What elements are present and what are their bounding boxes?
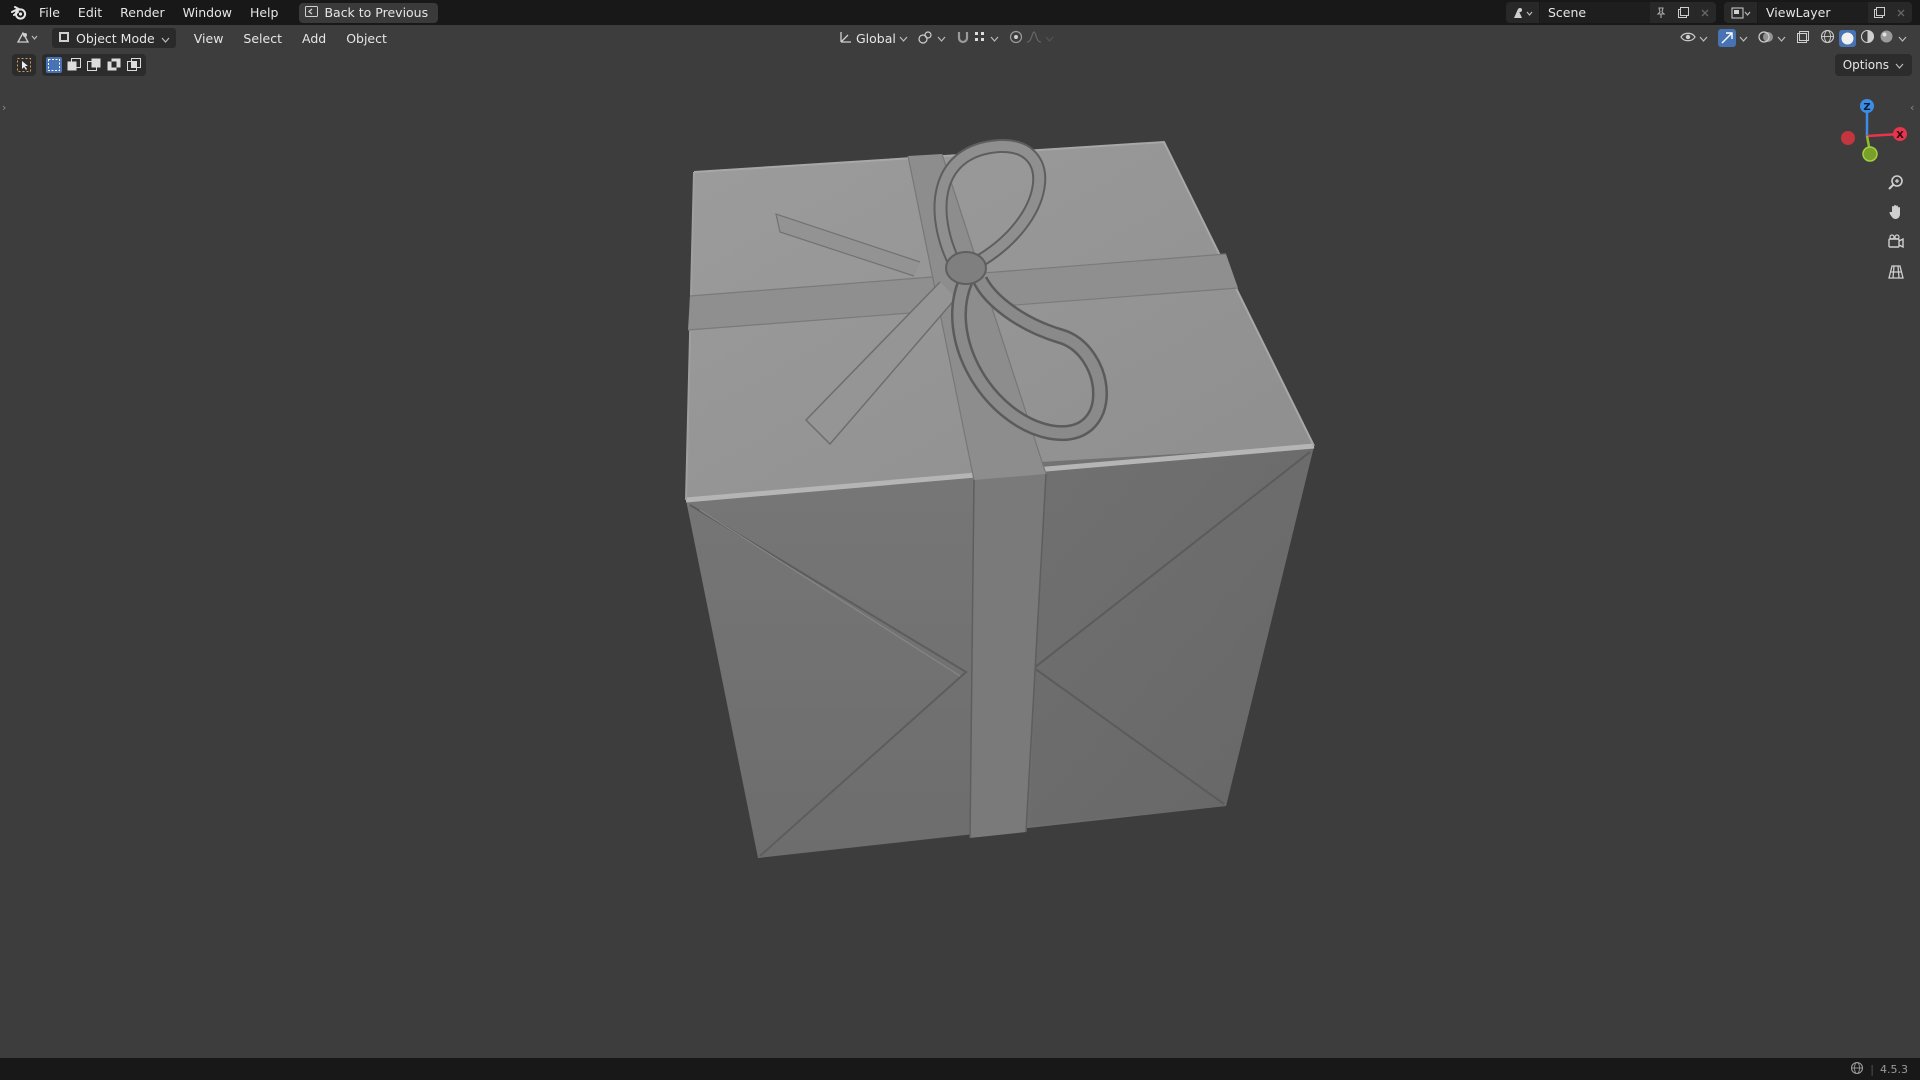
chevron-down-icon <box>899 31 908 45</box>
menu-view[interactable]: View <box>188 28 230 48</box>
orientation-label: Global <box>856 30 896 46</box>
overlays-icon <box>1758 30 1774 47</box>
version-label: 4.5.3 <box>1880 1062 1908 1076</box>
material-preview-icon[interactable] <box>1860 29 1875 47</box>
wireframe-shading-icon[interactable] <box>1820 29 1835 47</box>
zoom-icon[interactable] <box>1882 168 1910 196</box>
chevron-down-icon <box>1895 58 1904 72</box>
xray-toggle[interactable] <box>1793 28 1813 48</box>
chevron-down-icon[interactable] <box>1898 31 1907 45</box>
proportional-editing-toggle[interactable] <box>1006 28 1057 48</box>
pivot-point-dropdown[interactable] <box>915 28 949 48</box>
options-label: Options <box>1842 58 1889 72</box>
falloff-curve-icon <box>1026 30 1042 47</box>
object-mode-dropdown[interactable]: Object Mode <box>52 28 176 48</box>
gizmo-icon <box>1718 29 1736 47</box>
visibility-dropdown[interactable] <box>1677 28 1711 48</box>
menu-select[interactable]: Select <box>237 28 288 48</box>
options-dropdown[interactable]: Options <box>1834 54 1912 76</box>
proportional-edit-icon <box>1009 30 1023 47</box>
viewport-header: Object Mode View Select Add Object Globa… <box>0 26 1920 50</box>
mode-extend-icon[interactable] <box>66 57 82 73</box>
scene-icon[interactable] <box>1506 2 1540 23</box>
view-layer-icon[interactable] <box>1724 2 1758 23</box>
menu-file[interactable]: File <box>30 3 69 23</box>
navigation-gizmo[interactable]: Z X <box>1820 94 1910 164</box>
eye-icon <box>1680 31 1696 46</box>
gizmo-z-label: Z <box>1863 102 1870 113</box>
back-to-previous-button[interactable]: Back to Previous <box>299 2 439 23</box>
overlays-toggle[interactable] <box>1755 28 1789 48</box>
chevron-down-icon <box>937 31 946 45</box>
new-scene-icon[interactable] <box>1672 2 1694 23</box>
new-view-layer-icon[interactable] <box>1868 2 1890 23</box>
editor-type-icon <box>16 30 40 47</box>
gizmo-toggle[interactable] <box>1715 28 1751 48</box>
mode-intersect-icon[interactable] <box>126 57 142 73</box>
snapping-toggle[interactable] <box>953 28 1002 48</box>
orientation-icon <box>839 30 853 47</box>
status-divider: | <box>1870 1062 1874 1076</box>
solid-shading-icon[interactable] <box>1839 29 1856 47</box>
mode-subtract-icon[interactable] <box>86 57 102 73</box>
mode-difference-icon[interactable] <box>106 57 122 73</box>
toolbar-expand-arrow-icon[interactable]: › <box>2 101 6 114</box>
object-mode-icon <box>58 31 70 46</box>
rendered-shading-icon[interactable] <box>1879 29 1894 47</box>
perspective-grid-icon[interactable] <box>1882 258 1910 286</box>
top-bar: File Edit Render Window Help Back to Pre… <box>0 0 1920 25</box>
menu-help[interactable]: Help <box>241 3 288 23</box>
scene-name-field[interactable]: Scene <box>1540 2 1650 23</box>
editor-type-button[interactable] <box>10 28 46 48</box>
back-icon <box>305 5 319 20</box>
chevron-down-icon <box>1777 31 1786 45</box>
remove-view-layer-icon[interactable] <box>1890 2 1912 23</box>
blender-logo-icon[interactable] <box>8 2 30 24</box>
object-mode-label: Object Mode <box>76 30 155 46</box>
chevron-down-icon <box>990 31 999 45</box>
chevron-down-icon <box>1739 31 1748 45</box>
chevron-down-icon <box>1045 31 1054 45</box>
select-box-tool[interactable] <box>12 54 36 76</box>
scene-selector[interactable]: Scene <box>1506 2 1716 23</box>
menu-add[interactable]: Add <box>296 28 332 48</box>
tool-settings-row <box>12 54 146 76</box>
status-bar: | 4.5.3 <box>0 1058 1920 1080</box>
gift-box-model <box>685 138 1315 858</box>
menu-window[interactable]: Window <box>174 3 241 23</box>
sidebar-expand-arrow-icon[interactable]: ‹ <box>1910 101 1914 114</box>
view-layer-name-field[interactable]: ViewLayer <box>1758 2 1868 23</box>
xray-icon <box>1796 30 1810 47</box>
pan-hand-icon[interactable] <box>1882 198 1910 226</box>
chevron-down-icon <box>1699 31 1708 45</box>
camera-view-icon[interactable] <box>1882 228 1910 256</box>
network-globe-icon[interactable] <box>1850 1061 1864 1078</box>
snap-grid-icon <box>973 30 987 47</box>
menu-render[interactable]: Render <box>111 3 174 23</box>
shading-modes[interactable] <box>1817 28 1910 48</box>
menu-object[interactable]: Object <box>340 28 393 48</box>
3d-viewport[interactable]: Z X <box>0 50 1920 1058</box>
chevron-down-icon <box>161 31 170 46</box>
gizmo-x-label: X <box>1896 130 1904 141</box>
back-to-previous-label: Back to Previous <box>324 5 429 20</box>
transform-orientation-dropdown[interactable]: Global <box>836 28 911 48</box>
menu-edit[interactable]: Edit <box>69 3 111 23</box>
magnet-icon <box>956 30 970 47</box>
mode-set-icon[interactable] <box>46 57 62 73</box>
selection-mode-buttons <box>42 54 146 76</box>
view-layer-selector[interactable]: ViewLayer <box>1724 2 1912 23</box>
pivot-icon <box>918 30 934 47</box>
remove-scene-icon[interactable] <box>1694 2 1716 23</box>
pin-icon[interactable] <box>1650 2 1672 23</box>
